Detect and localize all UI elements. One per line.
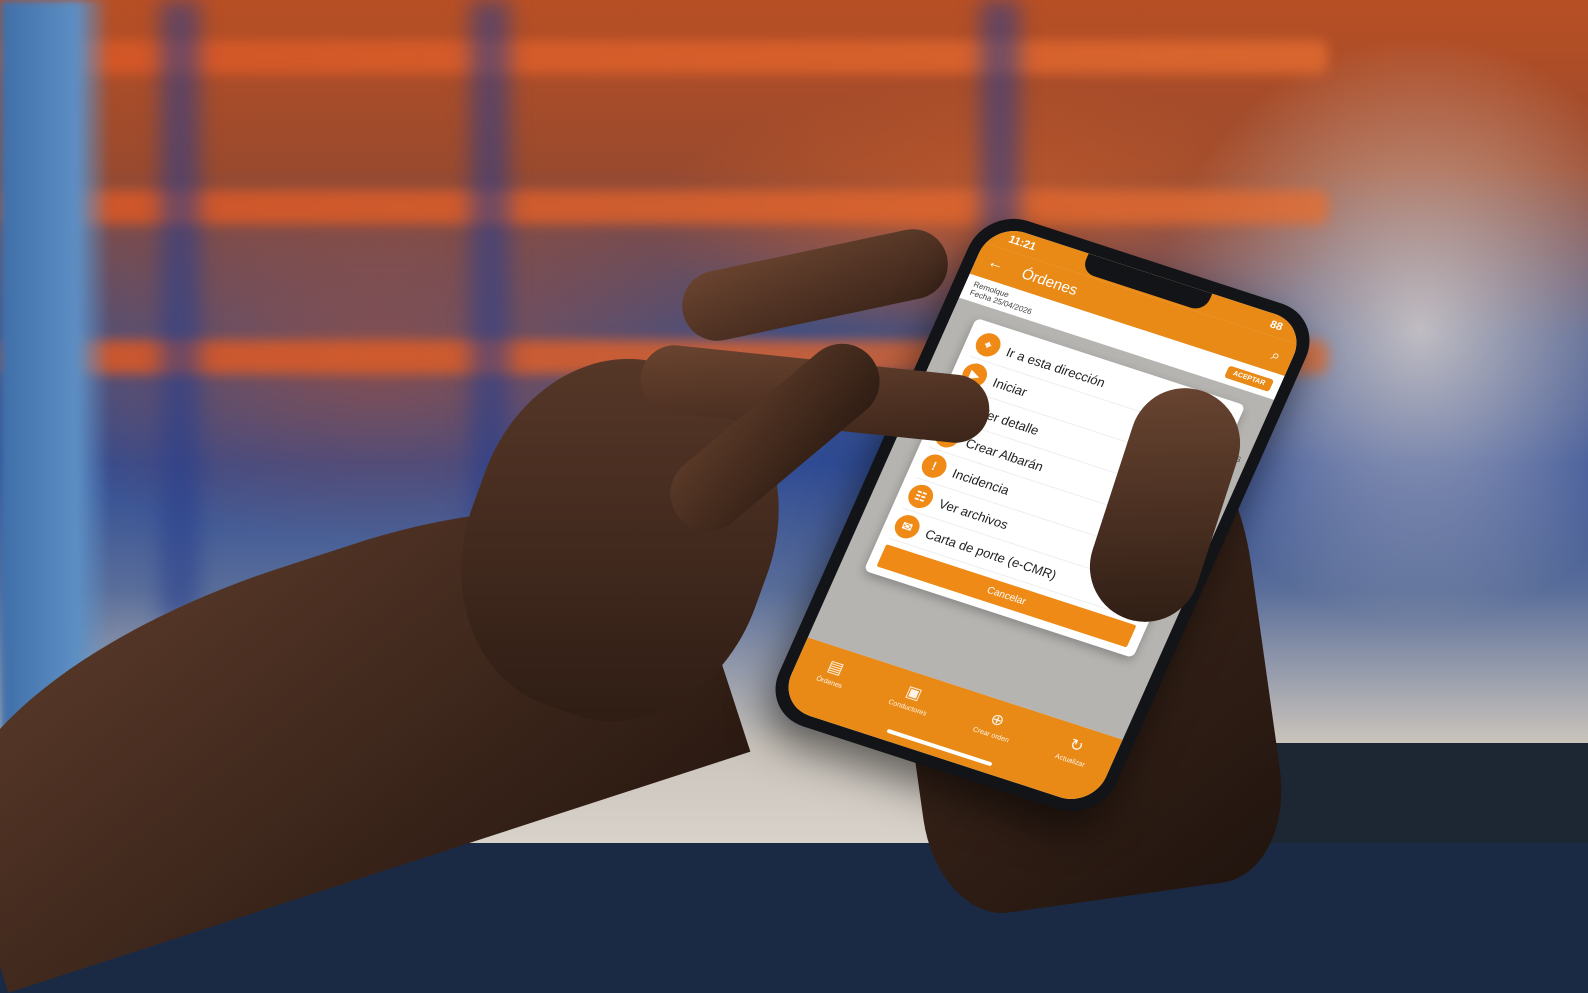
location-icon: ⌖	[971, 330, 1005, 360]
file-icon: ☷	[904, 481, 937, 512]
tab-label: Crear orden	[971, 726, 1010, 745]
status-time: 11:21	[1006, 233, 1038, 254]
drivers-icon: ▣	[903, 683, 925, 704]
refresh-icon: ↻	[1066, 736, 1087, 757]
warning-icon: !	[917, 451, 951, 481]
menu-item-label: Iniciar	[990, 374, 1030, 399]
orders-icon: ▤	[824, 657, 847, 679]
tab-create-order[interactable]: ⊕ Crear orden	[971, 707, 1018, 745]
floor-shadow	[1228, 743, 1588, 843]
add-circle-icon: ⊕	[987, 710, 1008, 731]
rack-post	[160, 0, 200, 620]
tab-refresh[interactable]: ↻ Actualizar	[1054, 734, 1095, 769]
tab-label: Actualizar	[1053, 752, 1086, 769]
tab-drivers[interactable]: ▣ Conductores	[887, 680, 936, 717]
truck-document-icon: ✉	[890, 512, 924, 542]
tab-orders[interactable]: ▤ Órdenes	[815, 656, 852, 690]
status-battery: 88	[1267, 318, 1285, 334]
